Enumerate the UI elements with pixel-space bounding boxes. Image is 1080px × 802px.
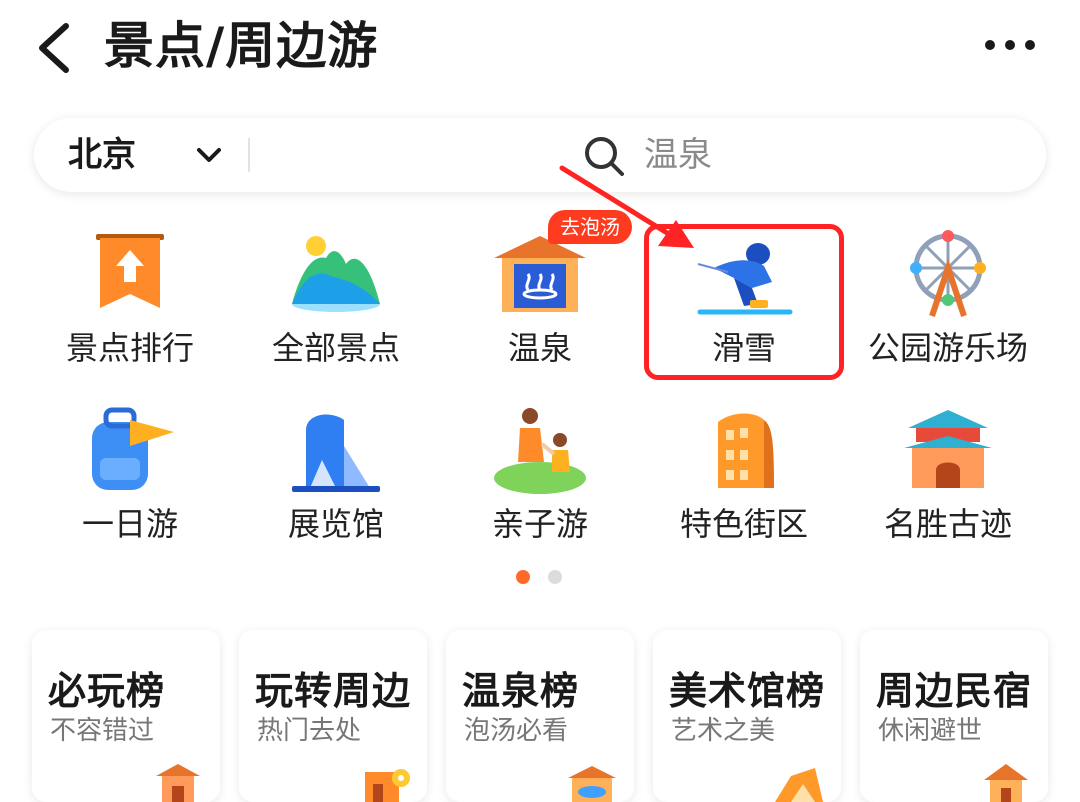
category-day-trip[interactable]: 一日游 — [30, 382, 230, 552]
category-all-attractions[interactable]: 全部景点 — [236, 206, 436, 376]
ancient-gate-icon — [904, 410, 992, 488]
category-label: 景点排行 — [65, 329, 194, 367]
category-label: 公园游乐场 — [867, 329, 1028, 367]
street-building-icon — [718, 413, 774, 488]
ferris-wheel-icon — [910, 230, 986, 317]
category-park-playground[interactable]: 公园游乐场 — [848, 206, 1048, 376]
card-subtitle: 艺术之美 — [671, 716, 776, 746]
chevron-left-icon[interactable] — [28, 18, 88, 78]
category-exhibition[interactable]: 展览馆 — [236, 382, 436, 552]
shop-location-icon — [365, 769, 410, 802]
page-title: 景点/周边游 — [104, 17, 379, 75]
category-historic-sites[interactable]: 名胜古迹 — [848, 382, 1048, 552]
search-input[interactable]: 温泉 — [644, 118, 712, 192]
category-label: 展览馆 — [287, 505, 384, 543]
card-title: 必玩榜 — [48, 669, 166, 713]
pager-dot-active — [516, 570, 530, 584]
card-hot-spring-list[interactable]: 温泉榜 泡汤必看 — [446, 630, 634, 802]
category-label: 温泉 — [507, 329, 572, 367]
chevron-down-icon[interactable] — [194, 142, 224, 168]
divider — [248, 138, 250, 172]
highlight-box — [644, 224, 844, 380]
card-title: 美术馆榜 — [669, 669, 826, 713]
gallery-building-icon — [775, 768, 823, 802]
house-icon — [984, 764, 1028, 802]
category-label: 全部景点 — [271, 329, 400, 367]
card-title: 周边民宿 — [876, 669, 1033, 713]
header: 景点/周边游 — [0, 0, 1080, 100]
mountains-icon — [292, 236, 380, 312]
parent-child-icon — [494, 408, 586, 494]
card-title: 温泉榜 — [462, 669, 580, 713]
search-bar: 北京 温泉 — [34, 118, 1046, 192]
card-subtitle: 休闲避世 — [878, 716, 983, 746]
category-family[interactable]: 亲子游 — [440, 382, 640, 552]
city-selector[interactable]: 北京 — [68, 118, 136, 192]
ranking-banner-icon — [96, 234, 164, 308]
category-label: 亲子游 — [491, 505, 588, 543]
search-icon[interactable] — [582, 134, 626, 178]
category-label: 特色街区 — [679, 505, 808, 543]
card-subtitle: 泡汤必看 — [464, 716, 569, 746]
pager-dot — [548, 570, 562, 584]
card-title: 玩转周边 — [255, 669, 412, 713]
ranking-cards: 必玩榜 不容错过 玩转周边 热门去处 温泉榜 泡汤必看 美术馆榜 艺术之美 周边… — [32, 630, 1048, 802]
card-surroundings[interactable]: 玩转周边 热门去处 — [239, 630, 427, 802]
category-ranking[interactable]: 景点排行 — [30, 206, 230, 376]
category-label: 名胜古迹 — [883, 505, 1012, 543]
card-must-play[interactable]: 必玩榜 不容错过 — [32, 630, 220, 802]
more-dots-icon[interactable] — [980, 30, 1040, 60]
pager-dots — [512, 570, 572, 586]
card-art-gallery[interactable]: 美术馆榜 艺术之美 — [653, 630, 841, 802]
card-homestay[interactable]: 周边民宿 休闲避世 — [860, 630, 1048, 802]
backpack-icon — [92, 407, 174, 490]
pavilion-icon — [156, 764, 200, 802]
hot-spring-badge: 去泡汤 — [548, 210, 632, 244]
hot-spring-pool-icon — [568, 766, 616, 802]
card-subtitle: 不容错过 — [50, 716, 155, 746]
exhibition-hall-icon — [292, 414, 380, 492]
card-subtitle: 热门去处 — [257, 716, 362, 746]
category-label: 一日游 — [81, 505, 178, 543]
category-street[interactable]: 特色街区 — [644, 382, 844, 552]
